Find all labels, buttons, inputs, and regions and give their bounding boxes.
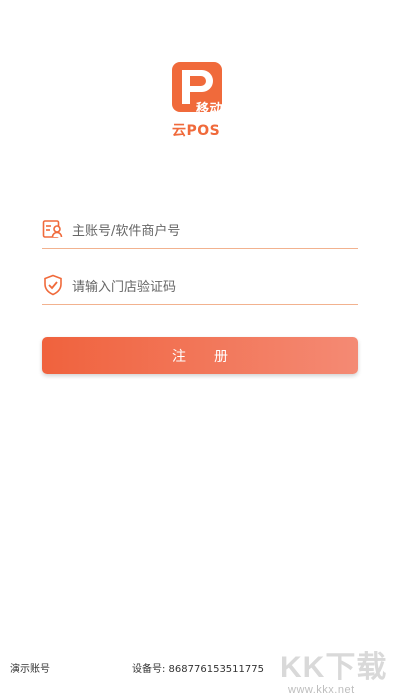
- logo-brand-text: 云POS: [172, 123, 221, 139]
- store-code-field[interactable]: [42, 270, 358, 305]
- register-button[interactable]: 注 册: [42, 337, 358, 374]
- watermark-url: www.kkx.net: [288, 684, 355, 696]
- watermark: KK下载 www.kkx.net: [280, 642, 398, 700]
- app-logo: 移动 云POS: [172, 62, 232, 142]
- watermark-logo: KK下载: [280, 651, 388, 684]
- demo-account-link[interactable]: 演示账号: [10, 660, 50, 675]
- device-id-label: 设备号: 868776153511775: [132, 664, 264, 675]
- account-input[interactable]: [72, 220, 352, 242]
- store-code-input[interactable]: [72, 276, 352, 298]
- logo-badge-text: 移动: [196, 102, 224, 117]
- account-card-icon: [42, 220, 63, 238]
- account-field[interactable]: [42, 214, 358, 249]
- shield-check-icon: [44, 274, 62, 296]
